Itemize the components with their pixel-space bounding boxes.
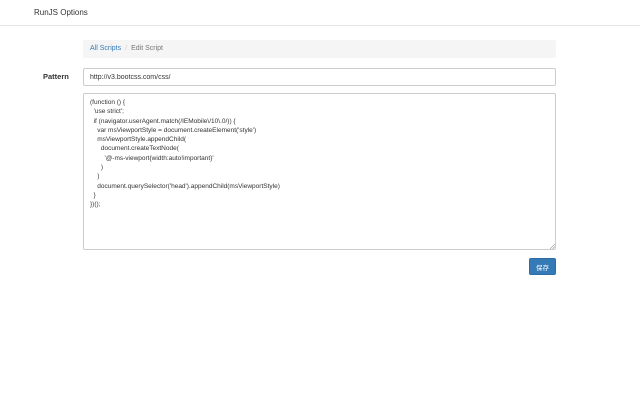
resize-handle-icon[interactable] xyxy=(549,243,555,249)
navbar: RunJS Options xyxy=(0,0,640,26)
breadcrumb-separator: / xyxy=(125,45,128,52)
save-button[interactable]: 保存 xyxy=(529,258,556,275)
app-brand[interactable]: RunJS Options xyxy=(34,8,88,17)
breadcrumb: All Scripts / Edit Script xyxy=(83,40,556,58)
breadcrumb-all-scripts-link[interactable]: All Scripts xyxy=(90,45,121,52)
pattern-label: Pattern xyxy=(43,72,69,81)
breadcrumb-current: Edit Script xyxy=(131,45,163,52)
script-editor[interactable]: (function () { 'use strict'; if (navigat… xyxy=(83,93,556,250)
pattern-input[interactable] xyxy=(83,68,556,86)
